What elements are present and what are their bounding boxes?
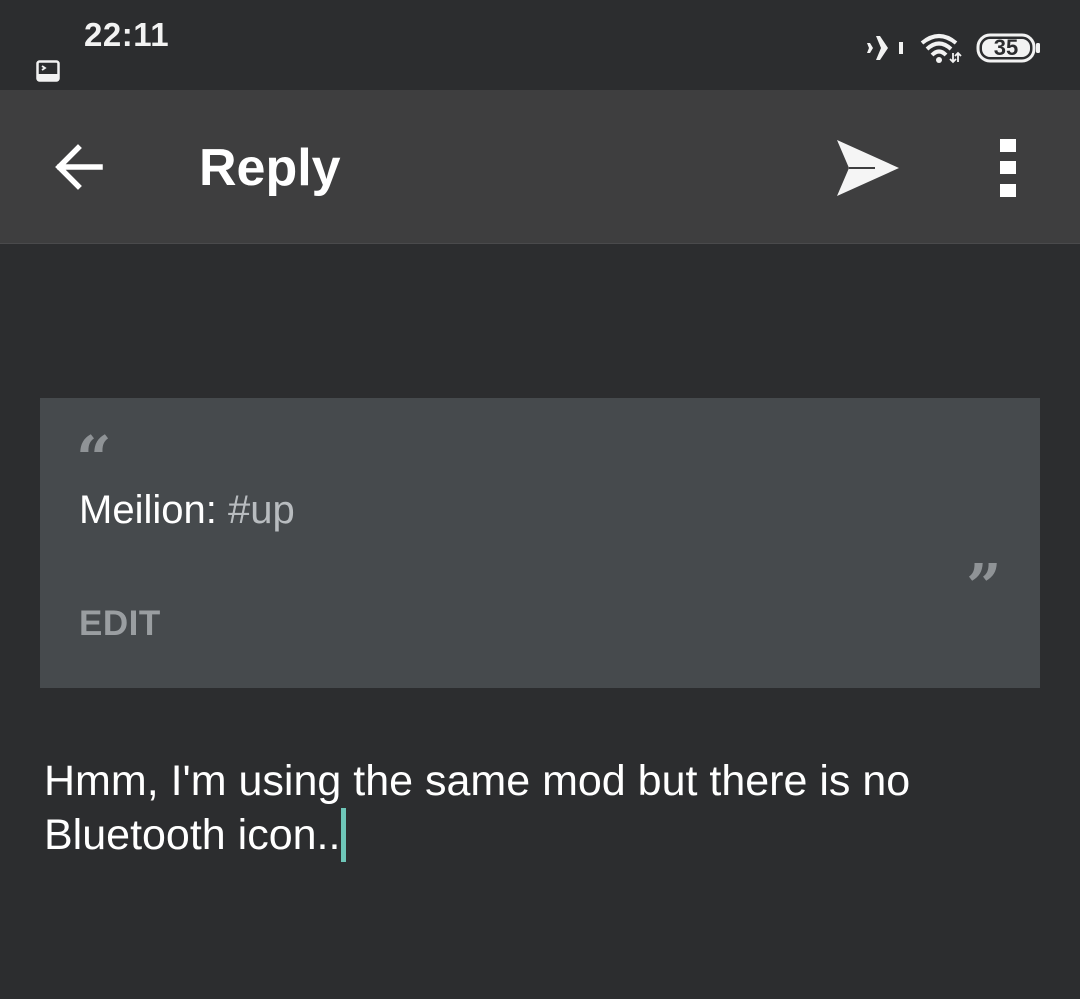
close-quote-icon: ”	[966, 550, 1002, 623]
back-button[interactable]	[40, 128, 118, 206]
quote-text: #up	[227, 488, 295, 532]
page-title: Reply	[199, 139, 341, 197]
quote-author: Meilion:	[79, 488, 217, 532]
open-quote-icon: “	[76, 422, 112, 495]
app-bar: Reply	[0, 90, 1080, 244]
quoted-message-card: “ Meilion: #up ” EDIT	[40, 398, 1040, 688]
send-button[interactable]	[826, 126, 910, 210]
battery-indicator: 35	[976, 33, 1042, 63]
text-cursor	[341, 808, 347, 862]
more-options-button[interactable]	[976, 126, 1040, 210]
terminal-notification-icon	[36, 60, 60, 82]
back-arrow-icon	[55, 144, 103, 190]
edit-quote-button[interactable]: EDIT	[79, 604, 161, 644]
wifi-icon	[920, 34, 962, 64]
status-bar: 22:11 35	[0, 0, 1080, 90]
send-icon	[837, 140, 899, 196]
quoted-message: Meilion: #up	[79, 486, 295, 534]
status-icons: 35	[866, 28, 1042, 68]
reply-text: Hmm, I'm using the same mod but there is…	[44, 757, 923, 859]
battery-level: 35	[993, 35, 1019, 60]
reply-text-input[interactable]: Hmm, I'm using the same mod but there is…	[44, 754, 1044, 862]
airplane-mode-icon	[867, 36, 903, 60]
status-time: 22:11	[84, 16, 170, 53]
more-vert-icon	[1000, 139, 1016, 197]
